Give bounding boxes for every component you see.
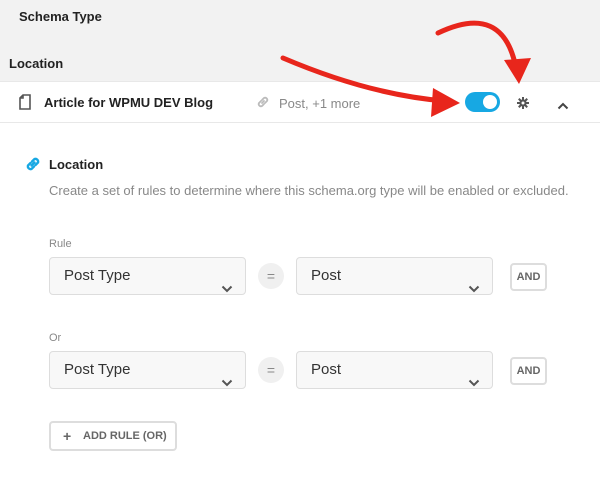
chevron-down-icon [468,271,480,307]
gear-icon[interactable] [517,96,529,114]
rule-operator: = [258,263,284,289]
toggle-knob [483,95,497,109]
rule-value: Post [311,267,342,284]
rule-field-value: Post Type [64,267,131,284]
rule-field-select[interactable]: Post Type [49,351,246,389]
location-section-title: Location [9,56,64,71]
rule-value: Post [311,361,342,378]
rule-operator: = [258,357,284,383]
link-icon [256,95,270,114]
rule-group-label: Or [49,332,62,344]
chevron-down-icon [221,365,233,401]
schema-card-header[interactable]: Article for WPMU DEV Blog Post, +1 more [0,81,600,123]
chevron-down-icon [468,365,480,401]
schema-type-title: Schema Type [19,9,102,24]
link-icon [24,155,42,178]
and-button[interactable]: AND [510,357,547,385]
rule-value-select[interactable]: Post [296,351,493,389]
and-button[interactable]: AND [510,263,547,291]
rule-field-select[interactable]: Post Type [49,257,246,295]
schema-card-meta: Post, +1 more [279,96,361,111]
schema-card-title: Article for WPMU DEV Blog [44,95,214,110]
chevron-up-icon[interactable] [557,97,569,115]
schema-card-body: Location Create a set of rules to determ… [0,123,600,479]
plus-icon: + [63,428,72,444]
location-label: Location [49,157,104,172]
rule-value-select[interactable]: Post [296,257,493,295]
location-description: Create a set of rules to determine where… [49,183,569,198]
document-icon [19,94,31,115]
rule-field-value: Post Type [64,361,131,378]
schema-enable-toggle[interactable] [465,92,500,112]
chevron-down-icon [221,271,233,307]
add-rule-label: ADD RULE (OR) [83,430,167,442]
add-rule-button[interactable]: + ADD RULE (OR) [49,421,177,451]
rule-group-label: Rule [49,238,72,250]
